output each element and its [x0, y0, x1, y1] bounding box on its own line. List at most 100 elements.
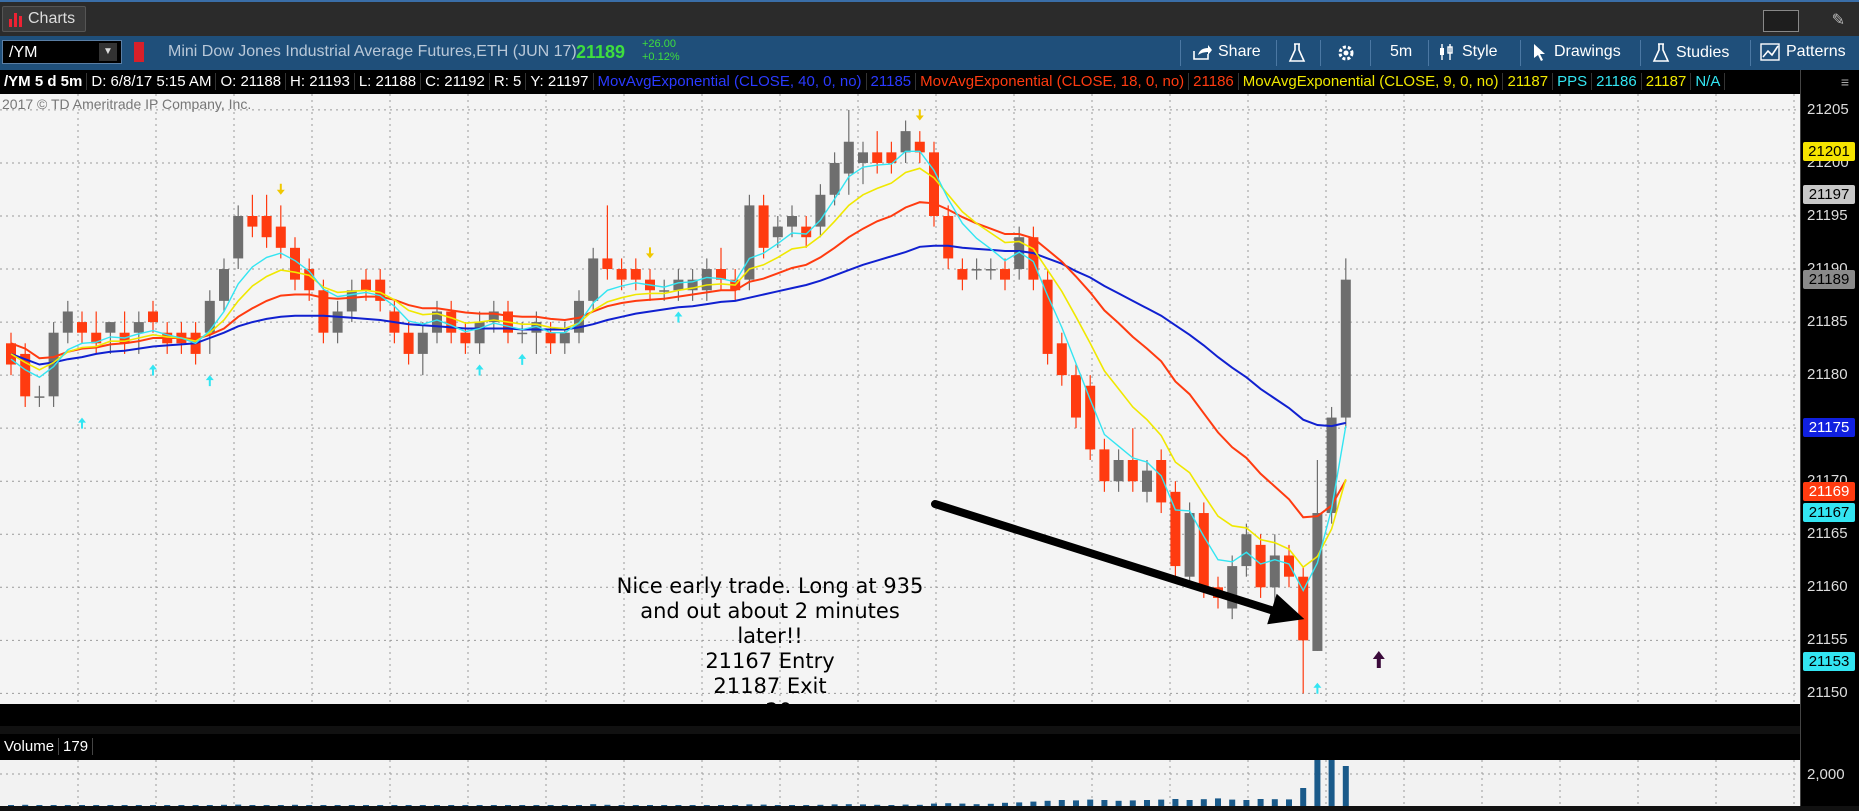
candle-body: [858, 152, 868, 163]
candle-body: [1156, 460, 1167, 503]
volume-bar: [1044, 800, 1051, 806]
axis-menu-icon[interactable]: ≡: [1841, 74, 1849, 90]
settings-button[interactable]: [1336, 43, 1356, 63]
volume-value: 179: [59, 738, 94, 755]
pps-value-1: 21186: [1592, 73, 1642, 90]
volume-bar: [1144, 800, 1150, 806]
studies-button[interactable]: Studies: [1652, 43, 1729, 63]
volume-bar: [1300, 788, 1307, 806]
candle-body: [900, 131, 911, 153]
patterns-button[interactable]: Patterns: [1760, 43, 1846, 61]
symbol-selector[interactable]: /YM ▼: [2, 40, 122, 64]
candle-body: [872, 152, 883, 163]
volume-bar: [1016, 802, 1023, 806]
separator: [1640, 40, 1641, 66]
trade-annotation: Nice early trade. Long at 935 and out abo…: [590, 574, 950, 724]
candle-body: [1198, 513, 1209, 588]
candle-body: [1085, 385, 1096, 450]
pin-icon[interactable]: ✎: [1832, 10, 1845, 30]
candle-body: [77, 322, 87, 333]
candle-body: [971, 269, 982, 271]
candle-body: [1113, 460, 1124, 482]
candle-body: [1099, 449, 1110, 482]
timeframe-selector[interactable]: 5m: [1390, 43, 1412, 61]
patterns-label: Patterns: [1786, 43, 1846, 60]
axis-tick-label: 21195: [1807, 207, 1848, 224]
study-range: R: 5: [489, 73, 527, 90]
volume-label: Volume: [0, 738, 60, 755]
axis-price-badge: 21153: [1803, 651, 1855, 671]
volume-bar: [1328, 760, 1335, 806]
volume-bar: [1101, 800, 1108, 806]
price-axis[interactable]: 2120521200211952119021185211802117521170…: [1800, 70, 1859, 806]
candle-body: [247, 216, 258, 227]
candle-body: [602, 258, 613, 270]
candle-body: [1284, 555, 1294, 577]
chevron-down-icon[interactable]: ▼: [99, 43, 117, 61]
axis-price-badge: 21169: [1803, 481, 1855, 501]
candle-body: [62, 311, 73, 333]
volume-header: Volume 179: [0, 734, 1800, 760]
volume-bar: [1257, 799, 1264, 806]
separator: [1520, 40, 1521, 66]
last-price: 21189: [576, 42, 626, 62]
candle-body: [929, 152, 939, 216]
candle-body: [1042, 279, 1053, 354]
separator: [1276, 40, 1277, 66]
ema18-label[interactable]: MovAvgExponential (CLOSE, 18, 0, no): [916, 73, 1190, 90]
candle-body: [829, 162, 840, 195]
drawings-button[interactable]: Drawings: [1532, 43, 1621, 61]
drawings-label: Drawings: [1554, 43, 1621, 60]
ema40-label[interactable]: MovAvgExponential (CLOSE, 40, 0, no): [593, 73, 867, 90]
candle-body: [985, 269, 996, 271]
annotation-line: +20: [747, 699, 793, 723]
candle-body: [204, 300, 215, 333]
candle-body: [1127, 460, 1138, 482]
candle-body: [843, 141, 854, 174]
volume-bar: [1271, 799, 1278, 806]
volume-bar: [1200, 799, 1207, 806]
axis-price-badge: 21197: [1803, 184, 1855, 204]
alert-flag-icon[interactable]: [134, 42, 144, 62]
candle-body: [801, 226, 812, 238]
volume-chart[interactable]: [0, 750, 1800, 806]
separator: [1320, 40, 1321, 66]
window-layout-button[interactable]: [1763, 10, 1799, 32]
share-button[interactable]: Share: [1192, 43, 1261, 61]
ema9-value: 21187: [1503, 73, 1554, 90]
volume-bar: [1129, 800, 1136, 806]
volume-bar: [1058, 800, 1065, 806]
symbol-description: Mini Dow Jones Industrial Average Future…: [168, 43, 577, 60]
candle-body: [815, 194, 826, 227]
window-titlebar: Charts ✎: [0, 0, 1859, 36]
annotation-line: Nice early trade. Long at 935: [616, 574, 924, 598]
style-button[interactable]: Style: [1438, 43, 1498, 61]
candle-body: [1071, 375, 1081, 418]
candle-body: [261, 216, 272, 238]
flask-button[interactable]: [1288, 43, 1306, 63]
charts-tab[interactable]: Charts: [2, 6, 87, 32]
candle-body: [758, 205, 769, 248]
candle-body: [616, 269, 627, 280]
candle-body: [517, 332, 528, 335]
candle-body: [1142, 470, 1152, 492]
candle-body: [1340, 279, 1351, 418]
ema9-label[interactable]: MovAvgExponential (CLOSE, 9, 0, no): [1238, 73, 1504, 90]
price-chart[interactable]: 2017 © TD Ameritrade IP Company, Inc. Ni…: [0, 94, 1800, 726]
axis-tick-label: 21155: [1807, 631, 1848, 649]
volume-bar: [1229, 799, 1236, 806]
separator: [1180, 40, 1181, 66]
annotation-line: 21187 Exit: [713, 674, 827, 698]
candle-body: [133, 322, 144, 333]
gear-icon: [1338, 45, 1354, 61]
volume-axis-tick: 2,000: [1807, 766, 1845, 783]
axis-price-badge: 21189: [1803, 269, 1855, 289]
study-high: H: 21193: [286, 73, 355, 90]
candle-body: [361, 279, 371, 291]
separator: [1428, 40, 1429, 66]
symbol-value: /YM: [9, 44, 38, 61]
pps-label[interactable]: PPS: [1553, 73, 1593, 90]
ema40-value: 21185: [866, 73, 917, 90]
change-percent: +0.12%: [642, 51, 680, 63]
axis-tick-label: 21160: [1807, 578, 1848, 596]
